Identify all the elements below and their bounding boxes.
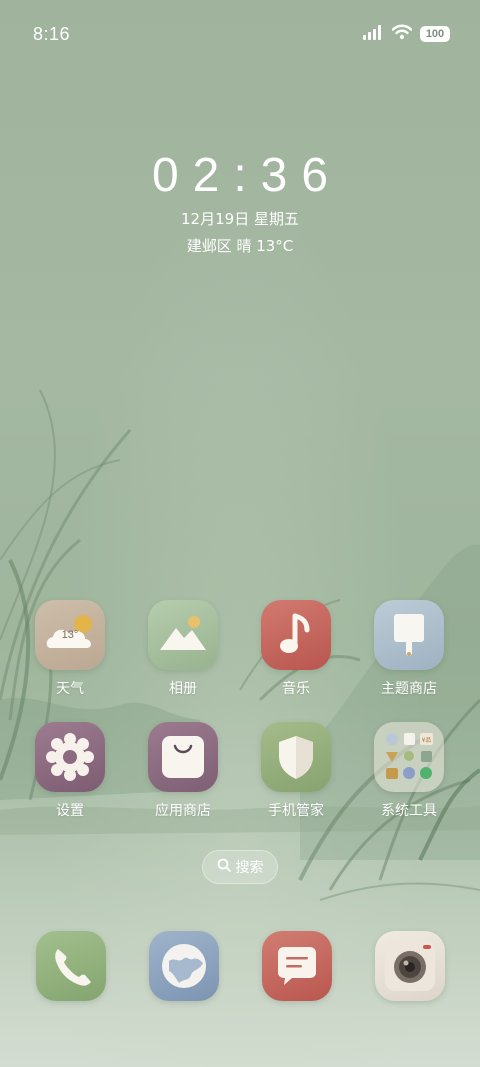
clock-widget-date: 12月19日 星期五 — [181, 210, 299, 228]
wifi-icon — [391, 24, 413, 45]
dock-phone[interactable] — [36, 931, 106, 1001]
app-store-icon — [148, 722, 218, 792]
music-icon — [261, 600, 331, 670]
browser-icon — [162, 944, 206, 988]
app-weather[interactable]: 13° 天气 — [14, 600, 126, 698]
app-label-settings: 设置 — [56, 803, 84, 819]
status-icons: 100 — [362, 24, 450, 44]
battery-icon: 100 — [420, 26, 450, 42]
app-theme-store[interactable]: 主题商店 — [353, 600, 465, 698]
signal-icon — [362, 24, 384, 45]
weather-icon: 13° — [35, 600, 105, 670]
app-music[interactable]: 音乐 — [240, 600, 352, 698]
svg-text:¥品: ¥品 — [422, 737, 432, 744]
app-label-music: 音乐 — [282, 681, 310, 697]
app-gallery[interactable]: 相册 — [127, 600, 239, 698]
svg-text:13°: 13° — [62, 629, 79, 641]
settings-icon — [35, 722, 105, 792]
app-label-gallery: 相册 — [169, 681, 197, 697]
search-icon — [217, 858, 231, 877]
app-settings[interactable]: 设置 — [14, 722, 126, 820]
app-label-phone-manager: 手机管家 — [268, 803, 324, 819]
app-app-store[interactable]: 应用商店 — [127, 722, 239, 820]
phone-icon — [55, 949, 91, 986]
theme-store-icon — [374, 600, 444, 670]
app-label-weather: 天气 — [56, 681, 84, 697]
app-label-app-store: 应用商店 — [155, 803, 211, 819]
status-bar: 8:16 100 — [0, 0, 480, 68]
gallery-icon — [148, 600, 218, 670]
status-time: 8:16 — [33, 24, 71, 44]
clock-widget-weather: 建邺区 晴 13°C — [186, 237, 294, 255]
messages-icon — [278, 947, 316, 985]
app-phone-manager[interactable]: 手机管家 — [240, 722, 352, 820]
search-button[interactable]: 搜索 — [202, 850, 278, 884]
dock-browser[interactable] — [149, 931, 219, 1001]
clock-widget-time[interactable]: 02:36 — [0, 148, 480, 203]
phone-manager-icon — [261, 722, 331, 792]
system-tools-folder-icon: ¥品 — [374, 722, 444, 792]
dock-messages[interactable] — [262, 931, 332, 1001]
search-label: 搜索 — [235, 860, 264, 876]
app-label-theme-store: 主题商店 — [381, 681, 437, 697]
camera-icon — [385, 941, 435, 991]
app-system-tools-folder[interactable]: ¥品 系统工具 — [353, 722, 465, 820]
dock-camera[interactable] — [375, 931, 445, 1001]
app-label-system-tools: 系统工具 — [381, 803, 437, 819]
